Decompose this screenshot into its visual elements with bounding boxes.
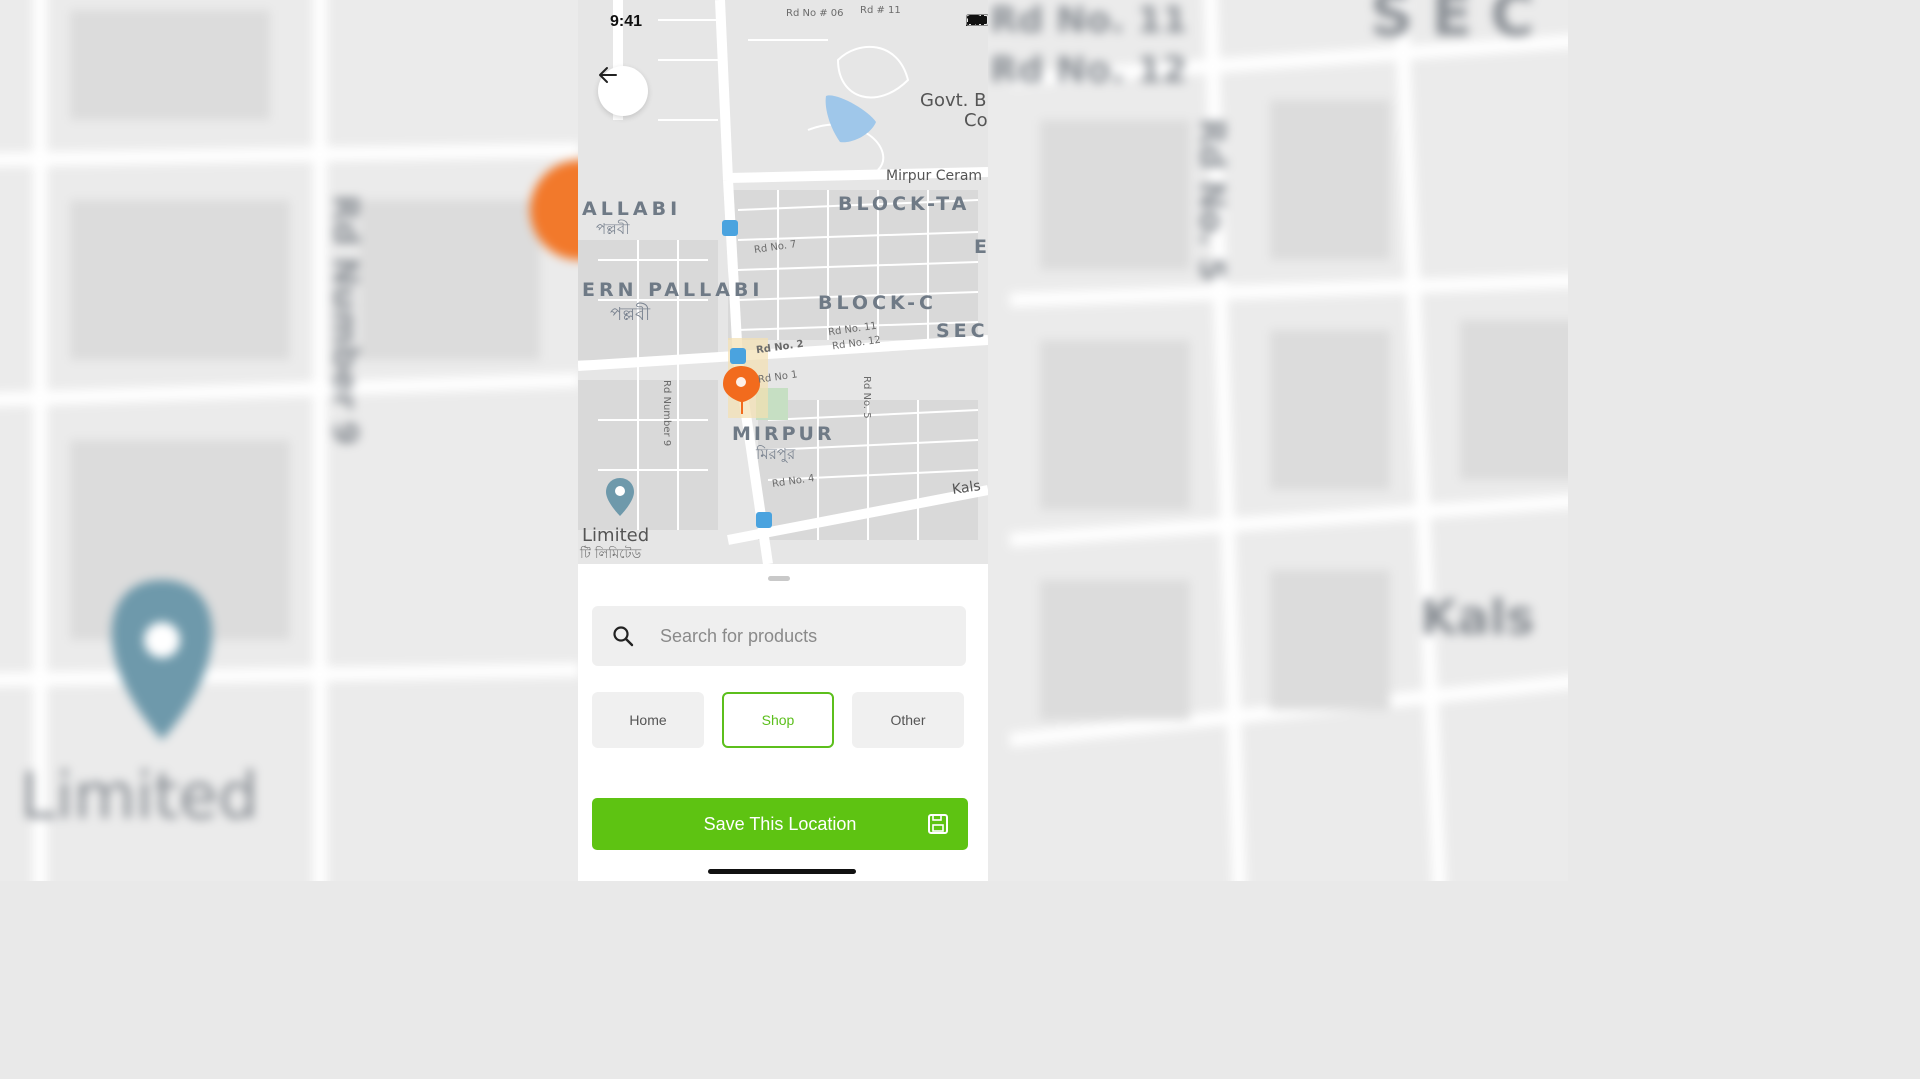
bg-label-rd-5: Rd No. 5 — [1191, 118, 1232, 282]
map-label-limited-bn: টি লিমিটেড — [580, 547, 642, 562]
map-label-govt2: Co — [964, 110, 988, 131]
map-label-pallabi-bn: পল্লবী — [596, 220, 630, 238]
location-type-shop-button[interactable]: Shop — [722, 692, 834, 748]
map-label-eastern-pallabi-bn: পল্লবী — [610, 304, 651, 325]
save-location-label: Save This Location — [703, 813, 857, 834]
save-location-button[interactable]: Save This Location — [592, 798, 968, 850]
arrow-left-icon — [599, 67, 617, 83]
map-label-rd-5: Rd No. 5 — [861, 376, 872, 419]
drag-handle[interactable] — [768, 576, 790, 581]
back-button[interactable] — [598, 66, 648, 116]
status-time: 9:41 — [610, 13, 643, 30]
bg-label-limited: Limited — [20, 760, 259, 834]
search-input[interactable] — [658, 624, 942, 648]
search-bar[interactable] — [592, 606, 966, 666]
map-label-rd-06: Rd No # 06 — [786, 8, 844, 19]
map-label-mirpur-bn: মিরপুর — [756, 445, 796, 463]
map-view[interactable]: ALLABI পল্লবী ERN PALLABI পল্লবী BLOCK-T… — [578, 0, 988, 564]
location-type-other-button[interactable]: Other — [852, 692, 964, 748]
map-label-mirpur-ceram: Mirpur Ceram — [886, 168, 983, 184]
bg-label-sec: SEC — [1370, 0, 1553, 50]
search-icon — [613, 626, 634, 647]
battery-icon — [966, 14, 988, 26]
location-type-group: Home Shop Other — [592, 692, 966, 748]
save-icon — [928, 814, 948, 834]
map-label-mirpur: MIRPUR — [732, 423, 835, 445]
phone-screen: ALLABI পল্লবী ERN PALLABI পল্লবী BLOCK-T… — [578, 0, 988, 881]
map-label-sec: SEC — [936, 320, 988, 342]
map-label-block-ta: BLOCK-TA — [838, 193, 971, 215]
map-label-rd-9: Rd Number 9 — [661, 380, 672, 447]
map-label-block-c: BLOCK-C — [818, 292, 937, 314]
bg-label-rd-9: Rd Number 9 — [325, 194, 366, 446]
bg-label-rd-11: Rd No. 11 — [990, 0, 1188, 41]
map-label-eastern-pallabi: ERN PALLABI — [582, 279, 764, 301]
map-label-rd-11-top: Rd # 11 — [860, 5, 901, 16]
map-label-govt: Govt. B — [920, 90, 987, 111]
location-type-home-button[interactable]: Home — [592, 692, 704, 748]
bg-label-rd-12: Rd No. 12 — [990, 50, 1188, 91]
map-label-e: E — [974, 236, 988, 258]
map-label-limited: Limited — [582, 525, 650, 546]
home-indicator — [708, 869, 856, 874]
map-label-pallabi: ALLABI — [582, 198, 682, 220]
bottom-sheet: Home Shop Other Save This Location — [578, 564, 988, 881]
bg-label-kals: Kals — [1420, 590, 1535, 646]
